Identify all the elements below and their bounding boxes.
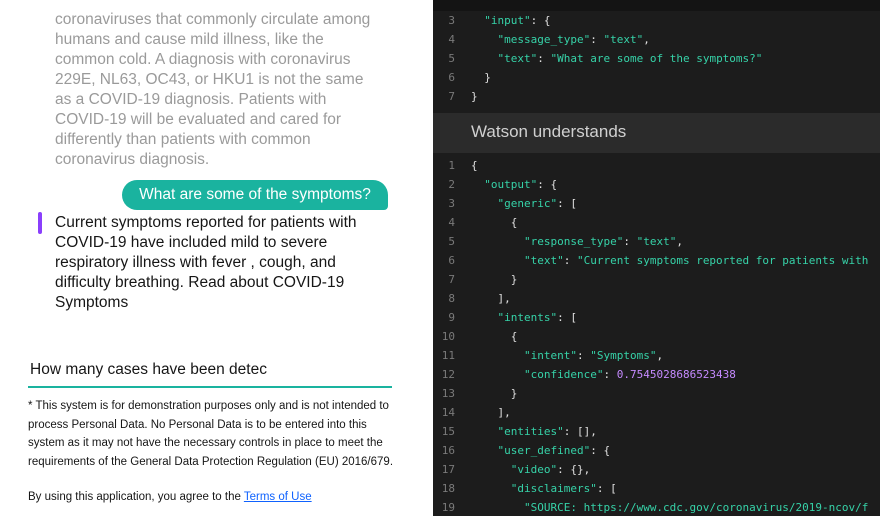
line-number: 17 <box>441 463 455 476</box>
line-number: 19 <box>441 501 455 514</box>
bot-message-marker <box>38 212 42 234</box>
line-number: 7 <box>448 273 455 286</box>
line-number: 6 <box>448 254 455 267</box>
line-number: 18 <box>441 482 455 495</box>
chat-input-area <box>28 355 392 389</box>
watson-header: Watson understands <box>433 113 880 153</box>
code-line: 15 "entities": [], <box>433 422 880 441</box>
line-number: 16 <box>441 444 455 457</box>
code-text: "output": { <box>484 178 558 191</box>
code-line: 13 } <box>433 384 880 403</box>
code-text: "generic": [ <box>497 197 577 210</box>
bot-message-response: Current symptoms reported for patients w… <box>55 214 357 311</box>
code-text: "disclaimers": [ <box>510 482 617 495</box>
code-line: 7 } <box>433 270 880 289</box>
chat-panel: coronaviruses that commonly circulate am… <box>0 0 432 516</box>
chat-input[interactable] <box>28 355 392 385</box>
code-line: 6 } <box>433 68 880 87</box>
code-text: ], <box>471 406 511 419</box>
code-text: } <box>471 387 518 400</box>
line-number: 9 <box>448 311 455 324</box>
code-line: 5 "text": "What are some of the symptoms… <box>433 49 880 68</box>
code-text: "message_type": "text", <box>497 33 650 46</box>
bot-message-previous: coronaviruses that commonly circulate am… <box>55 11 371 168</box>
code-text: "response_type": "text", <box>523 235 683 248</box>
code-text: } <box>471 90 478 103</box>
code-text: "confidence": 0.7545028686523438 <box>523 368 736 381</box>
user-message-bubble: What are some of the symptoms? <box>122 180 388 210</box>
line-number: 8 <box>448 292 455 305</box>
line-number: 10 <box>441 330 455 343</box>
line-number: 4 <box>448 216 455 229</box>
code-line: 3 "generic": [ <box>433 194 880 213</box>
code-line: 7} <box>433 87 880 106</box>
code-line: 10 { <box>433 327 880 346</box>
code-line: 8 ], <box>433 289 880 308</box>
line-number: 11 <box>441 349 455 362</box>
line-number: 3 <box>448 14 455 27</box>
line-number: 1 <box>448 159 455 172</box>
code-line: 14 ], <box>433 403 880 422</box>
code-text: "text": "What are some of the symptoms?" <box>497 52 763 65</box>
code-line: 11 "intent": "Symptoms", <box>433 346 880 365</box>
code-line: 16 "user_defined": { <box>433 441 880 460</box>
line-number: 4 <box>448 33 455 46</box>
code-line: 18 "disclaimers": [ <box>433 479 880 498</box>
line-number: 2 <box>448 178 455 191</box>
code-line: 4 "message_type": "text", <box>433 30 880 49</box>
line-number: 6 <box>448 71 455 84</box>
watson-header-title: Watson understands <box>471 122 627 141</box>
code-text: { <box>471 216 518 229</box>
line-number: 13 <box>441 387 455 400</box>
code-line: 9 "intents": [ <box>433 308 880 327</box>
terms-notice-text: By using this application, you agree to … <box>28 491 244 503</box>
line-number: 15 <box>441 425 455 438</box>
disclaimer-text: * This system is for demonstration purpo… <box>28 400 394 468</box>
line-number: 14 <box>441 406 455 419</box>
code-text: "intent": "Symptoms", <box>523 349 664 362</box>
code-line: 12 "confidence": 0.7545028686523438 <box>433 365 880 384</box>
code-line: 1{ <box>433 156 880 175</box>
code-line: 6 "text": "Current symptoms reported for… <box>433 251 880 270</box>
code-text: } <box>471 273 518 286</box>
code-text: ], <box>471 292 511 305</box>
code-text: "entities": [], <box>497 425 597 438</box>
line-number: 12 <box>441 368 455 381</box>
code-text: "text": "Current symptoms reported for p… <box>523 254 869 267</box>
code-line: 17 "video": {}, <box>433 460 880 479</box>
code-text: { <box>471 330 518 343</box>
code-text: "user_defined": { <box>497 444 611 457</box>
input-underline <box>28 386 392 388</box>
code-text: "SOURCE: https://www.cdc.gov/coronavirus… <box>523 501 869 514</box>
code-text: "intents": [ <box>497 311 577 324</box>
json-panel: 3 "input": {4 "message_type": "text", 5 "… <box>433 0 880 516</box>
line-number: 5 <box>448 52 455 65</box>
code-line: 19 "SOURCE: https://www.cdc.gov/coronavi… <box>433 498 880 516</box>
line-number: 7 <box>448 90 455 103</box>
response-json-code[interactable]: 1{2 "output": {3 "generic": [4 {5 "respo… <box>433 153 880 516</box>
request-json-code[interactable]: 3 "input": {4 "message_type": "text", 5 "… <box>433 11 880 113</box>
terms-of-use-link[interactable]: Terms of Use <box>244 491 312 503</box>
code-text: { <box>471 159 478 172</box>
code-line: 5 "response_type": "text", <box>433 232 880 251</box>
code-text: } <box>471 71 491 84</box>
line-number: 3 <box>448 197 455 210</box>
code-line: 3 "input": { <box>433 11 880 30</box>
code-line: 4 { <box>433 213 880 232</box>
terms-notice: By using this application, you agree to … <box>28 488 312 506</box>
line-number: 5 <box>448 235 455 248</box>
code-text: "input": { <box>484 14 551 27</box>
code-text: "video": {}, <box>510 463 591 476</box>
code-line: 2 "output": { <box>433 175 880 194</box>
